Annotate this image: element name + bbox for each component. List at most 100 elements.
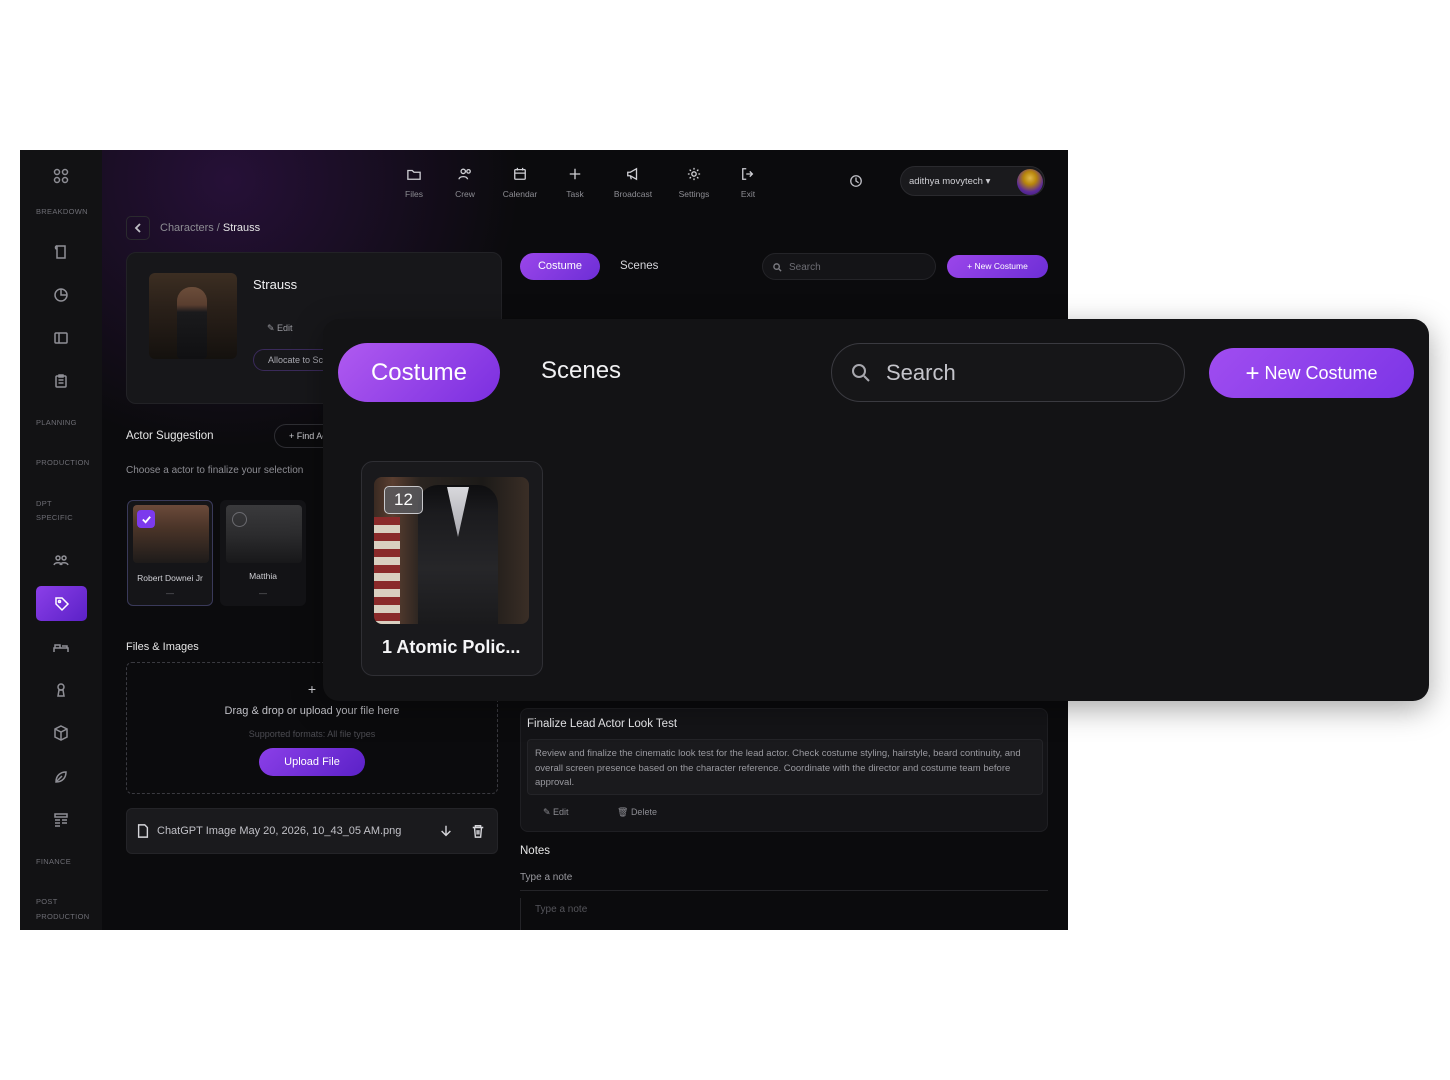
task-description: Review and finalize the cinematic look t… [527,739,1043,795]
task-delete-button[interactable]: 🗑 Delete [617,807,657,818]
edit-character-label: Edit [277,323,293,333]
breadcrumb-separator: / [216,222,220,234]
task-edit-label: Edit [553,807,569,817]
actor-dash: — [166,589,174,598]
task-title: Finalize Lead Actor Look Test [527,718,678,730]
task-edit-button[interactable]: ✎ Edit [543,807,569,818]
nav-files[interactable]: Files [390,167,438,207]
nav-task[interactable]: Task [551,167,599,207]
notes-divider [520,890,1048,891]
character-name: Strauss [253,277,298,292]
search-placeholder: Search [789,262,821,273]
edit-character-button[interactable]: ✎ Edit [267,323,293,334]
notes-title: Notes [520,845,551,857]
upload-file-button[interactable]: Upload File [259,748,365,776]
sidebar-section-production[interactable]: PRODUCTION [36,456,89,470]
pie-chart-icon[interactable] [51,285,71,305]
bed-icon[interactable] [51,637,71,657]
makeup-icon[interactable] [51,680,71,700]
checkbox-checked-icon[interactable] [137,510,155,528]
history-icon[interactable] [849,174,863,188]
sidebar-section-breakdown: BREAKDOWN [36,207,88,216]
file-name: ChatGPT Image May 20, 2026, 10_43_05 AM.… [157,825,402,837]
nav-broadcast[interactable]: Broadcast [609,167,657,207]
box-icon[interactable] [51,723,71,743]
sidebar-section-specific[interactable]: SPECIFIC [36,511,73,525]
sidebar-section-finance[interactable]: FINANCE [36,855,71,869]
sidebar-section-planning[interactable]: PLANNING [36,416,77,430]
nav-task-label: Task [566,189,584,199]
team-icon[interactable] [51,550,71,570]
nav-crew[interactable]: Crew [441,167,489,207]
nav-settings-label: Settings [678,189,710,199]
tab-scenes-zoomed[interactable]: Scenes [541,357,621,385]
sidebar-item-costume-active[interactable] [36,586,87,621]
trash-icon[interactable] [471,824,485,838]
clipboard-icon[interactable] [51,371,71,391]
exit-icon [742,168,754,180]
search-icon [773,263,782,272]
sidebar-section-post[interactable]: POST [36,895,58,909]
nav-files-label: Files [405,189,423,199]
tag-icon [52,594,72,614]
actor-card-robert[interactable]: Robert Downei Jr — [127,500,213,606]
script-icon[interactable] [51,242,71,262]
nav-crew-label: Crew [455,189,475,199]
folder-icon [407,169,421,180]
costume-card[interactable]: 12 1 Atomic Polic... [361,461,543,676]
new-costume-button-zoomed[interactable]: + New Costume [1209,348,1414,398]
flag-decoration [374,517,400,624]
actor-card-matthia[interactable]: Matthia — [220,500,306,606]
notes-subtitle: Type a note [520,872,573,883]
dropzone-supported-formats: Supported formats: All file types [248,729,376,739]
nav-exit-label: Exit [740,189,756,199]
download-icon[interactable] [439,824,453,838]
new-costume-label-zoomed: New Costume [1264,363,1378,383]
gear-icon [687,167,701,181]
tab-scenes[interactable]: Scenes [620,260,658,272]
nav-exit[interactable]: Exit [724,167,772,207]
user-name-text: adithya movytech [909,176,983,187]
avatar [1017,169,1043,195]
nav-broadcast-label: Broadcast [613,189,653,199]
sidebar-section-dpt[interactable]: DPT [36,497,52,511]
dropzone-text: Drag & drop or upload your file here [224,705,400,717]
crew-icon [458,168,471,180]
grid-icon[interactable] [51,166,71,186]
nav-settings[interactable]: Settings [670,167,718,207]
actor-dash: — [259,589,267,598]
search-input[interactable]: Search [762,253,936,280]
notes-input[interactable]: Type a note [520,898,1048,930]
files-title: Files & Images [126,641,199,653]
search-placeholder-zoomed: Search [886,360,956,385]
breadcrumb: Characters / Strauss [126,216,260,240]
back-button[interactable] [126,216,150,240]
character-image [149,273,237,359]
calendar-icon [514,167,526,180]
list-icon[interactable] [51,810,71,830]
nav-calendar[interactable]: Calendar [496,167,544,207]
tab-costume[interactable]: Costume [520,253,600,280]
plus-icon: + [1245,360,1260,387]
chevron-left-icon [134,223,141,233]
plus-icon [569,168,581,180]
actor-name: Robert Downei Jr [137,573,203,583]
task-card: Finalize Lead Actor Look Test Review and… [520,708,1048,832]
board-icon[interactable] [51,328,71,348]
file-row[interactable]: ChatGPT Image May 20, 2026, 10_43_05 AM.… [126,808,498,854]
sidebar: BREAKDOWN PLANNING PRODUCTION DPT SPECIF… [20,150,102,930]
costume-card-title: 1 Atomic Polic... [382,637,521,657]
breadcrumb-current: Strauss [222,222,261,234]
costume-overlay-panel: Costume Scenes Search + New Costume 12 1… [323,319,1429,701]
new-costume-button[interactable]: + New Costume [947,255,1048,278]
user-menu[interactable]: adithya movytech ▾ [900,166,1045,196]
search-input-zoomed[interactable]: Search [831,343,1185,402]
sidebar-section-post-production[interactable]: PRODUCTION [36,910,89,924]
file-icon [137,824,149,838]
radio-unchecked-icon[interactable] [232,512,247,527]
tab-costume-zoomed[interactable]: Costume [338,343,500,402]
leaf-icon[interactable] [51,767,71,787]
task-delete-label: Delete [630,807,657,817]
megaphone-icon [627,167,638,181]
breadcrumb-parent[interactable]: Characters [160,222,214,234]
